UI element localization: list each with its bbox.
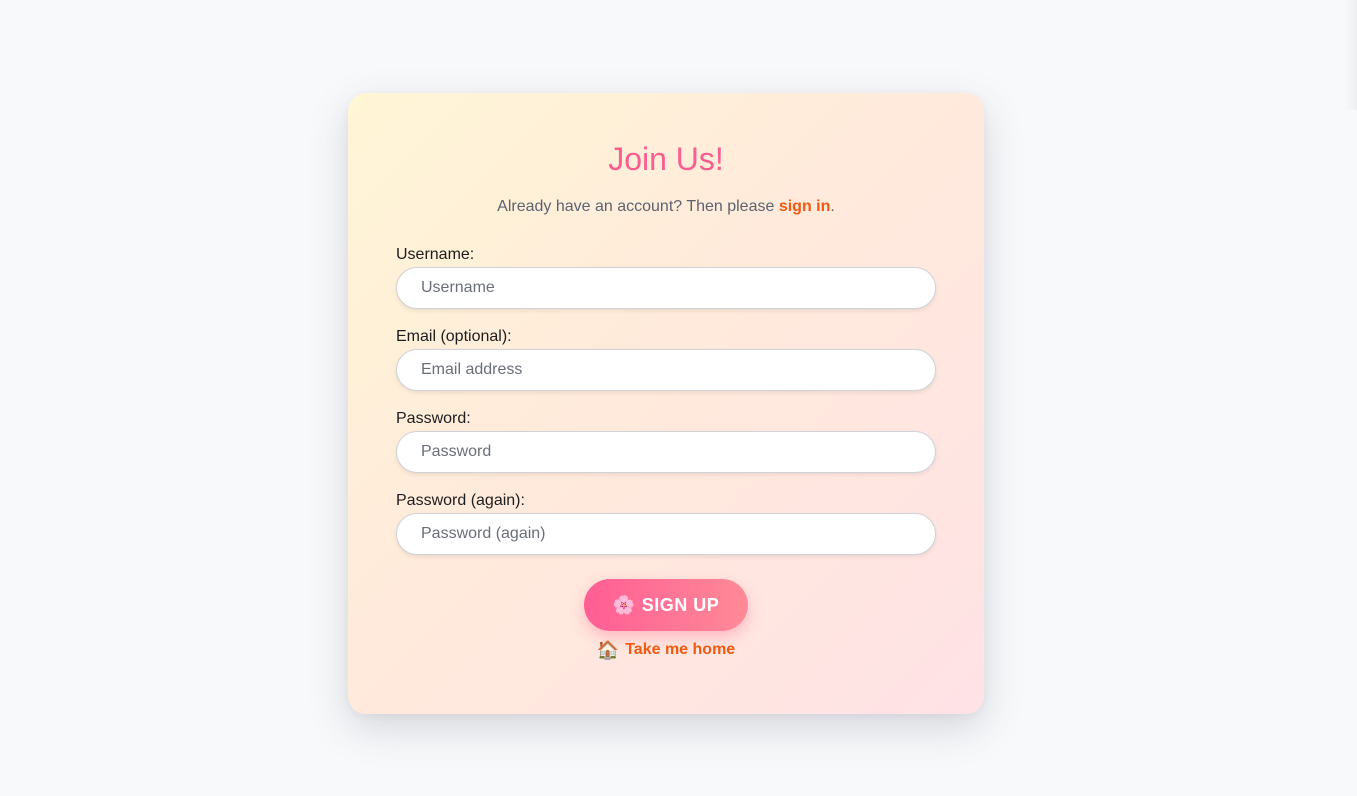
signup-button-label: SIGN UP	[641, 594, 720, 615]
password-label: Password:	[396, 410, 471, 427]
page-edge-shadow	[1343, 0, 1357, 110]
username-label: Username:	[396, 246, 475, 263]
signup-card: Join Us! Already have an account? Then p…	[348, 93, 984, 714]
signin-prompt-text: Already have an account? Then please	[497, 198, 779, 215]
username-input[interactable]	[396, 267, 936, 309]
signin-link[interactable]: sign in	[779, 198, 831, 215]
home-link[interactable]: 🏠 Take me home	[597, 639, 735, 661]
signin-prompt-suffix: .	[830, 198, 835, 215]
house-icon: 🏠	[596, 640, 620, 660]
email-input[interactable]	[396, 349, 936, 391]
flower-icon: 🌸	[612, 595, 636, 615]
email-label: Email (optional):	[396, 328, 512, 345]
home-link-row: 🏠 Take me home	[348, 639, 984, 663]
page-title: Join Us!	[608, 141, 724, 177]
password-input[interactable]	[396, 431, 936, 473]
password-again-input[interactable]	[396, 513, 936, 555]
signup-button[interactable]: 🌸 SIGN UP	[584, 579, 748, 631]
signin-prompt: Already have an account? Then please sig…	[348, 197, 984, 217]
password-again-label: Password (again):	[396, 492, 525, 509]
home-link-label: Take me home	[625, 641, 736, 658]
